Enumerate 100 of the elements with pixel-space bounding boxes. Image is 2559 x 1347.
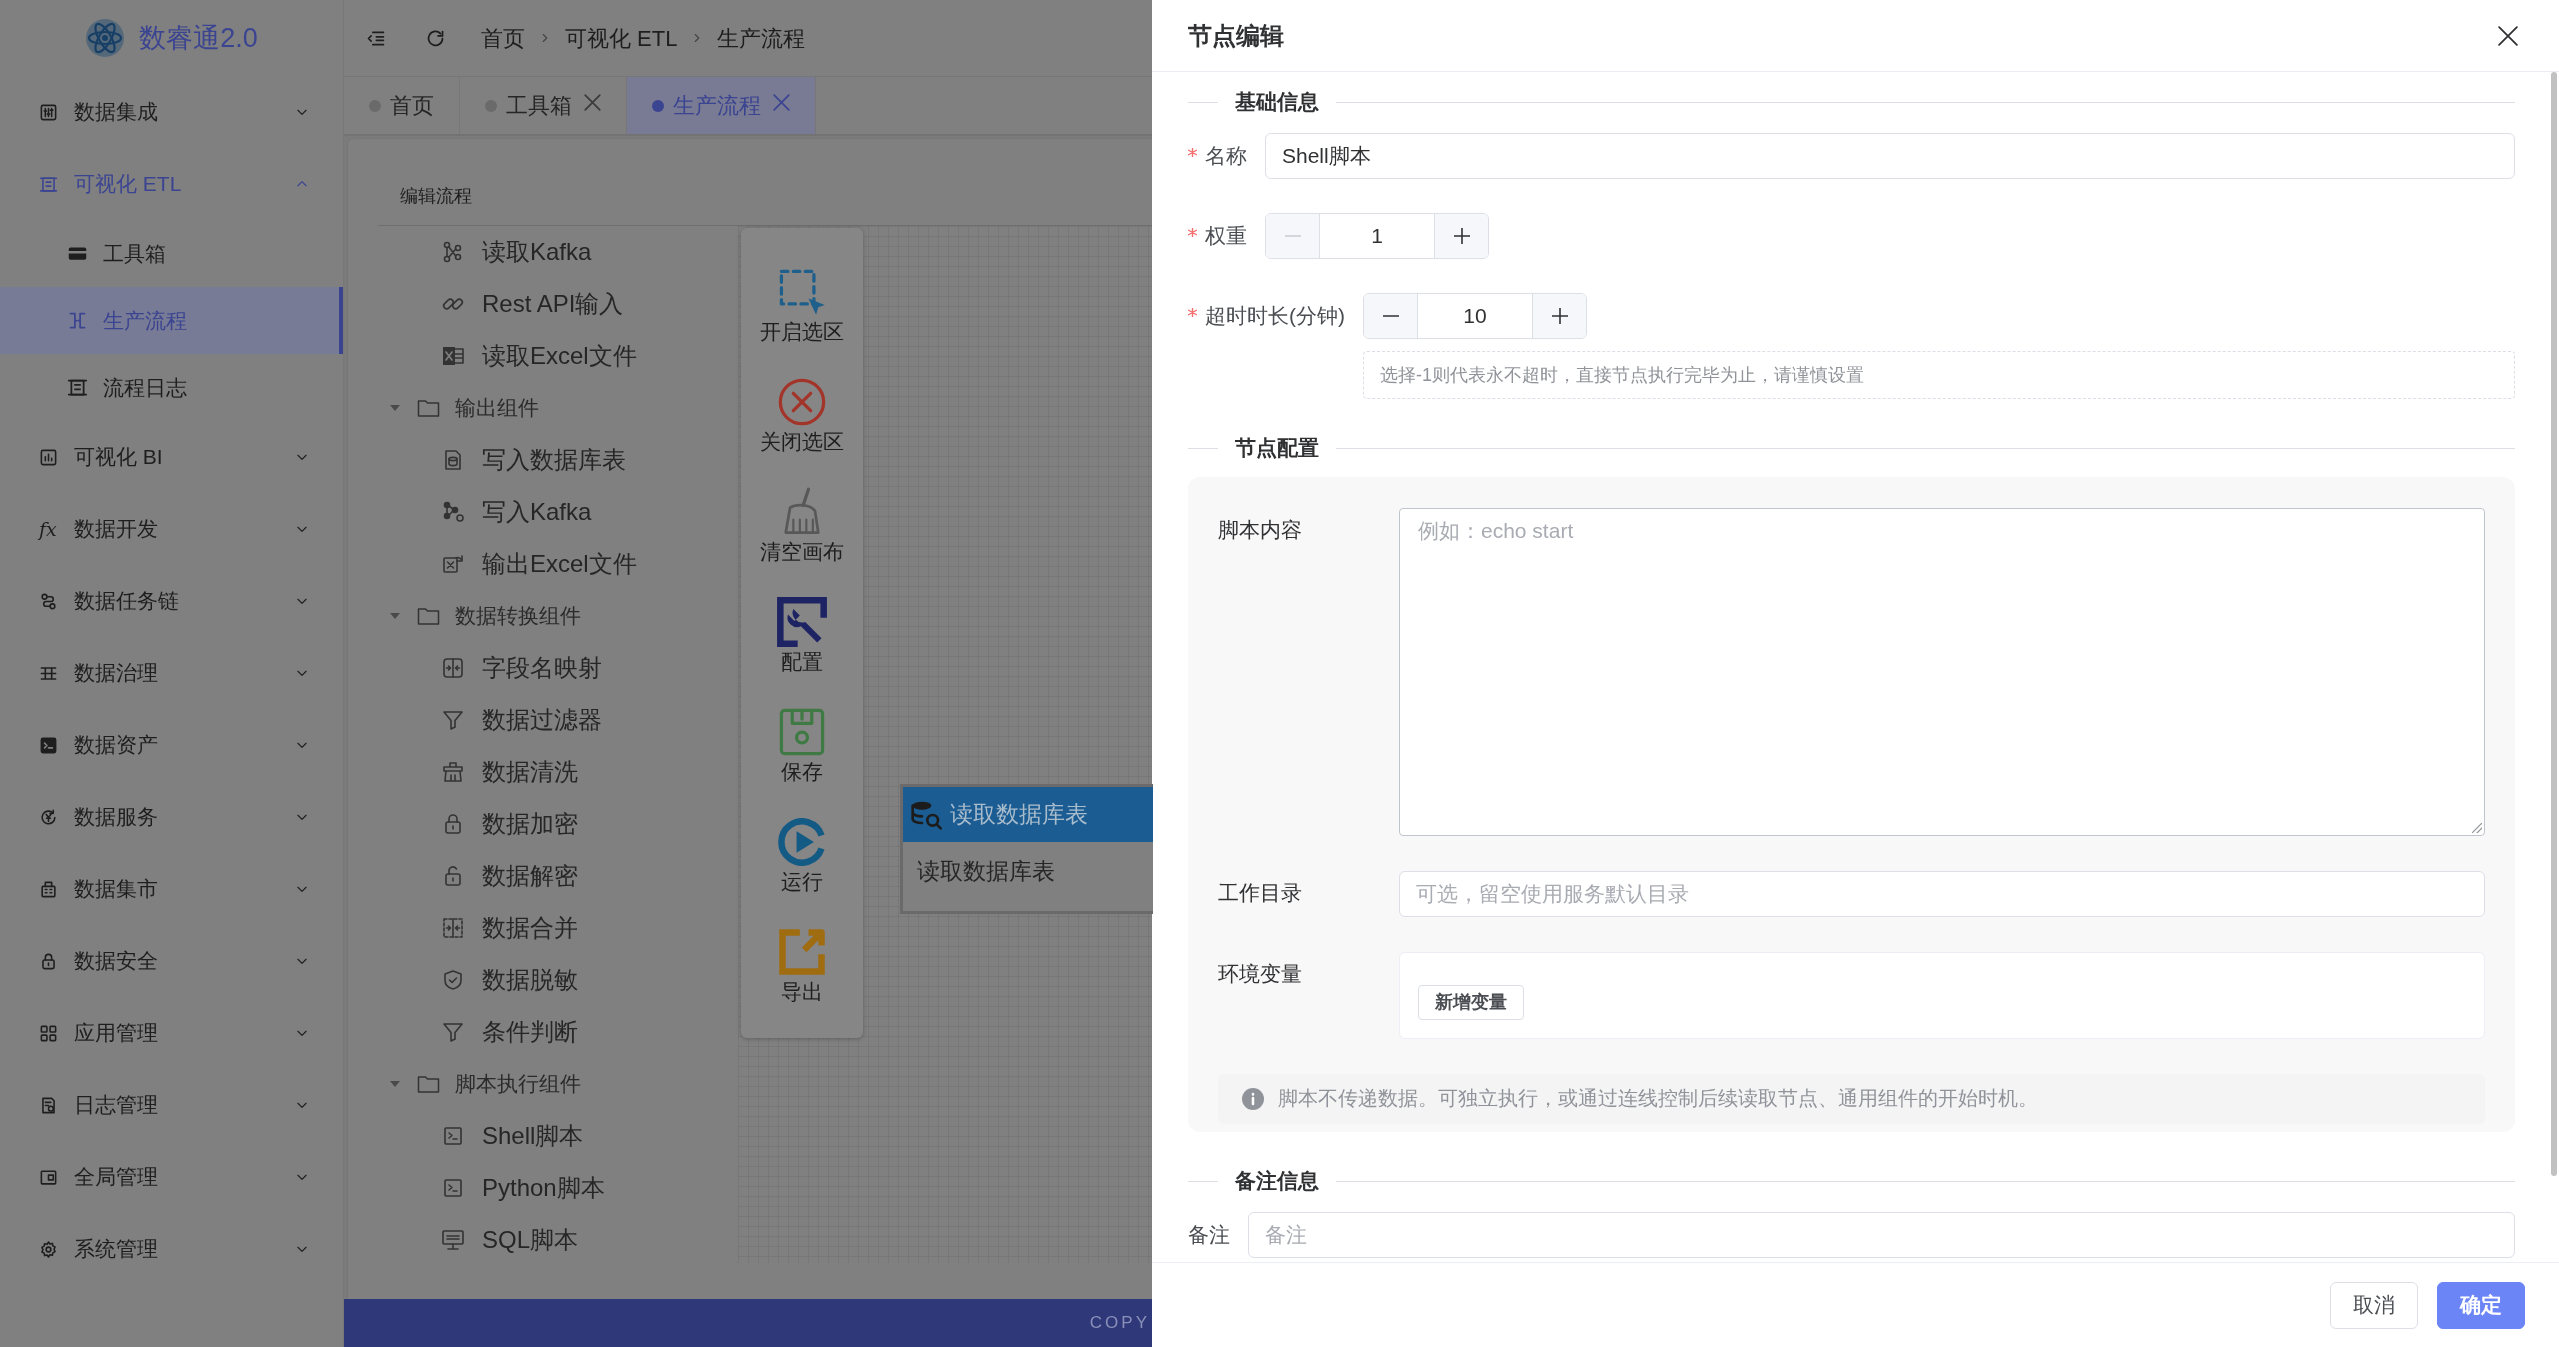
filter-icon	[441, 1020, 465, 1044]
building-icon	[39, 879, 58, 899]
menu-item[interactable]: 数据治理	[0, 637, 343, 709]
menu-item[interactable]: 数据集市	[0, 853, 343, 925]
tree-item[interactable]: 数据脱敏	[378, 954, 738, 1006]
menu-item[interactable]: 应用管理	[0, 997, 343, 1069]
copyright-text: COPY	[1089, 1312, 1150, 1335]
tree-folder[interactable]: 输出组件	[378, 382, 738, 434]
panel-title: 编辑流程	[400, 186, 472, 206]
tab[interactable]: 首页	[344, 77, 460, 134]
spreadsheet-icon	[441, 344, 465, 368]
filter-icon	[441, 708, 465, 732]
document-badge-icon	[39, 1095, 58, 1115]
tree-item[interactable]: 读取Excel文件	[378, 330, 738, 382]
brush-icon	[441, 760, 465, 784]
atom-logo-icon	[85, 18, 126, 58]
field-label: 脚本内容	[1218, 517, 1302, 543]
tree-folder[interactable]: 数据转换组件	[378, 590, 738, 642]
menu-item[interactable]: 系统管理	[0, 1213, 343, 1285]
increase-button[interactable]	[1434, 214, 1488, 258]
bar-chart-icon	[39, 447, 58, 467]
text-input[interactable]: 可选，留空使用服务默认目录	[1399, 871, 2485, 917]
close-selection-button[interactable]: 关闭选区	[741, 376, 863, 456]
submenu-item[interactable]: 工具箱	[0, 220, 343, 287]
menu-item[interactable]: 日志管理	[0, 1069, 343, 1141]
network-nodes-icon	[441, 500, 465, 524]
field-label: 权重	[1205, 223, 1247, 250]
tree-item[interactable]: 写入Kafka	[378, 486, 738, 538]
node-label: 读取数据库表	[917, 858, 1055, 884]
menu-item[interactable]: 可视化 BI	[0, 421, 343, 493]
run-button[interactable]: 运行	[741, 816, 863, 896]
confirm-button[interactable]: 确定	[2437, 1281, 2525, 1329]
function-icon: fx	[39, 519, 58, 539]
save-button[interactable]: 保存	[741, 706, 863, 786]
text-input[interactable]: Shell脚本	[1265, 133, 2515, 179]
field-label: 工作目录	[1218, 880, 1302, 906]
script-textarea[interactable]: 例如：echo start	[1399, 508, 2485, 836]
menu-item[interactable]: 数据任务链	[0, 565, 343, 637]
select-area-button[interactable]: 开启选区	[741, 266, 863, 346]
caret-down-icon	[390, 613, 400, 619]
field-label: 名称	[1205, 143, 1247, 170]
number-stepper[interactable]: 1	[1265, 213, 1489, 259]
export-button[interactable]: 导出	[741, 926, 863, 1006]
close-icon[interactable]	[584, 94, 601, 111]
flow-node[interactable]: 读取数据库表 读取数据库表	[900, 784, 1153, 914]
cancel-button[interactable]: 取消	[2330, 1281, 2418, 1329]
tree-item[interactable]: Shell脚本	[378, 1110, 738, 1162]
logo-text: 数睿通2.0	[139, 21, 258, 55]
monitor-icon	[441, 1228, 465, 1252]
menu-item[interactable]: 数据安全	[0, 925, 343, 997]
tree-item[interactable]: 数据解密	[378, 850, 738, 902]
submenu-item[interactable]: 流程日志	[0, 354, 343, 421]
clear-canvas-button[interactable]: 清空画布	[741, 486, 863, 566]
drawer-title: 节点编辑	[1188, 20, 1284, 51]
field-label: 环境变量	[1218, 961, 1302, 987]
tree-folder[interactable]: 脚本执行组件	[378, 1058, 738, 1110]
wrench-icon	[776, 596, 828, 648]
tree-item[interactable]: Rest API输入	[378, 278, 738, 330]
tree-item[interactable]: 数据加密	[378, 798, 738, 850]
config-button[interactable]: 配置	[741, 596, 863, 676]
terminal-icon	[441, 1176, 465, 1200]
menu-item[interactable]: 可视化 ETL	[0, 148, 343, 220]
play-circle-icon	[776, 816, 828, 868]
plus-icon	[1453, 228, 1470, 244]
add-variable-button[interactable]: 新增变量	[1418, 985, 1524, 1020]
text-input[interactable]: 备注	[1248, 1212, 2515, 1258]
caret-down-icon	[390, 1081, 400, 1087]
breadcrumb-link[interactable]: 可视化 ETL	[565, 21, 678, 55]
menu-item[interactable]: 数据资产	[0, 709, 343, 781]
tree-item[interactable]: 数据清洗	[378, 746, 738, 798]
panel-icon	[39, 1167, 58, 1187]
scrollbar-thumb[interactable]	[2551, 72, 2557, 1176]
menu-item[interactable]: 全局管理	[0, 1141, 343, 1213]
tree-item[interactable]: 读取Kafka	[378, 226, 738, 278]
caret-down-icon	[390, 405, 400, 411]
tree-item[interactable]: 输出Excel文件	[378, 538, 738, 590]
resize-handle-icon	[2472, 823, 2482, 833]
tree-item[interactable]: Python脚本	[378, 1162, 738, 1214]
node-title: 读取数据库表	[950, 800, 1088, 830]
tree-item[interactable]: 写入数据库表	[378, 434, 738, 486]
menu-item[interactable]: fx 数据开发	[0, 493, 343, 565]
export-icon	[776, 926, 828, 978]
terminal-icon	[39, 735, 58, 755]
menu-item[interactable]: 数据服务	[0, 781, 343, 853]
tree-item[interactable]: 条件判断	[378, 1006, 738, 1058]
tree-item[interactable]: SQL脚本	[378, 1214, 738, 1266]
tree-item[interactable]: 数据过滤器	[378, 694, 738, 746]
merge-icon	[441, 916, 465, 940]
apps-grid-icon	[39, 1023, 58, 1043]
tree-item[interactable]: 数据合并	[378, 902, 738, 954]
info-icon	[1242, 1088, 1264, 1110]
breadcrumb-link[interactable]: 首页	[481, 21, 525, 55]
section-heading: 备注信息	[1234, 1170, 1320, 1192]
menu-item[interactable]: 数据集成	[0, 76, 343, 148]
note-text: 脚本不传递数据。可独立执行，或通过连线控制后续读取节点、通用组件的开始时机。	[1278, 1086, 2038, 1112]
field-hint: 选择-1则代表永不超时，直接节点执行完毕为止，请谨慎设置	[1363, 351, 2515, 399]
number-stepper[interactable]: 10	[1363, 293, 1587, 339]
tree-item[interactable]: 字段名映射	[378, 642, 738, 694]
close-circle-icon	[776, 376, 828, 428]
increase-button[interactable]	[1532, 294, 1586, 338]
